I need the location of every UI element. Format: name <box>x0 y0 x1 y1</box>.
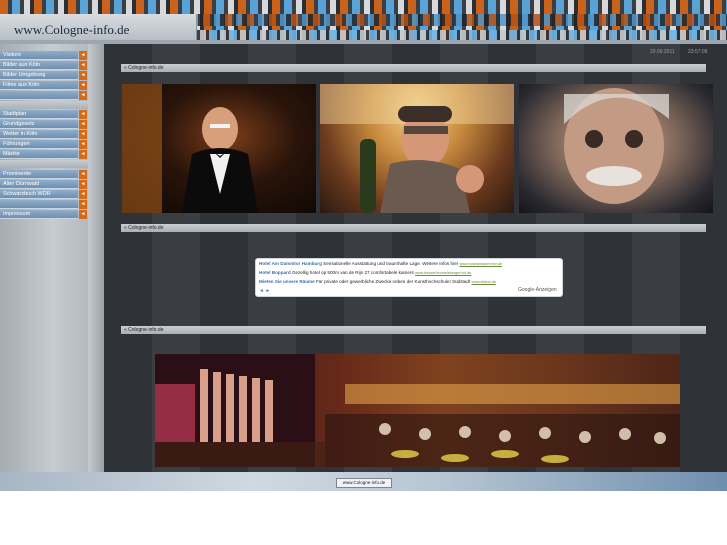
ad-text: Für private oder gewerbliche Zwecke nebe… <box>315 279 471 284</box>
current-time: 23:57:09 <box>688 49 708 55</box>
arrow-left-icon[interactable]: ◄ <box>79 190 87 199</box>
section-header: « Cologne-info.de <box>121 326 706 334</box>
nav-label[interactable] <box>0 200 78 209</box>
ad-url[interactable]: www.hotelamdammtor.de <box>459 262 502 266</box>
arrow-left-icon[interactable]: ◄ <box>79 130 87 139</box>
nav-label[interactable]: Schwarzbuch WDR <box>0 190 78 199</box>
nav-label[interactable]: Führungen <box>0 140 78 149</box>
nav-label[interactable]: Wetter in Köln <box>0 130 78 139</box>
nav-item-impressum[interactable]: Impressum ◄ <box>0 210 88 219</box>
current-date: 20.09.2011 <box>650 49 675 55</box>
arrow-left-icon[interactable]: ◄ <box>79 61 87 70</box>
arrow-left-icon[interactable]: ◄ <box>79 180 87 189</box>
photo-ballroom-panorama[interactable] <box>155 354 680 467</box>
nav-label[interactable]: Prominente <box>0 170 78 179</box>
nav-item-schwarzbuch-wdr[interactable]: Schwarzbuch WDR ◄ <box>0 190 88 199</box>
ad-text: Sensationelle Ausstattung und traumhafte… <box>323 261 459 266</box>
nav-label[interactable]: Märkte <box>0 150 78 159</box>
ad-title[interactable]: Mieten Sie unsere Räume <box>259 279 315 284</box>
section-header: « Cologne-info.de <box>121 224 706 232</box>
footer-link-button[interactable]: www.Cologne-info.de <box>336 478 392 488</box>
nav-item-bilder-koeln[interactable]: Bilder aus Köln ◄ <box>0 61 88 70</box>
nav-label[interactable] <box>0 91 78 100</box>
nav-separator <box>0 160 88 168</box>
ad-item[interactable]: Hotel Am Dammtor Hamburg Sensationelle A… <box>259 261 502 266</box>
ad-title[interactable]: Hotel Am Dammtor Hamburg <box>259 261 322 266</box>
arrow-left-icon[interactable]: ◄ <box>79 110 87 119</box>
sidebar: Visitors ◄ Bilder aus Köln ◄ Bilder Umge… <box>0 44 88 472</box>
nav-item-prominente[interactable]: Prominente ◄ <box>0 170 88 179</box>
photo-old-man-portrait[interactable] <box>519 84 713 213</box>
arrow-left-icon[interactable]: ◄ <box>79 200 87 209</box>
arrow-left-icon[interactable]: ◄ <box>79 120 87 129</box>
section-header: « Cologne-info.de <box>121 64 706 72</box>
photo-illustration <box>155 354 680 467</box>
ad-url[interactable]: www.eiland.de <box>471 280 495 284</box>
photo-illustration <box>564 88 669 204</box>
ad-text: Gezellig hotel op 500m van de Rijn 27 co… <box>291 270 414 275</box>
ad-title[interactable]: Hotel Boppard <box>259 270 291 275</box>
nav-item-stadtplan[interactable]: Stadtplan ◄ <box>0 110 88 119</box>
ad-item[interactable]: Mieten Sie unsere Räume Für private oder… <box>259 279 496 284</box>
arrow-left-icon[interactable]: ◄ <box>79 210 87 219</box>
nav-label[interactable]: Filme aus Köln <box>0 81 78 90</box>
nav-item-maerkte[interactable]: Märkte ◄ <box>0 150 88 159</box>
nav-item-visitors[interactable]: Visitors ◄ <box>0 51 88 60</box>
nav-label[interactable]: Grundgesetz <box>0 120 78 129</box>
photo-illustration <box>320 84 514 213</box>
nav-item-bilder-umgebung[interactable]: Bilder Umgebung ◄ <box>0 71 88 80</box>
nav-item-alter-duernwald[interactable]: Alter Dürnwald ◄ <box>0 180 88 189</box>
nav-label[interactable]: Bilder aus Köln <box>0 61 78 70</box>
arrow-left-icon[interactable]: ◄ <box>79 71 87 80</box>
google-ads-label[interactable]: Google-Anzeigen <box>518 287 557 293</box>
photo-illustration <box>122 84 258 213</box>
site-title[interactable]: www.Cologne-info.de <box>14 22 129 38</box>
nav-separator <box>0 101 88 109</box>
sidebar-rail <box>88 44 104 472</box>
photo-man-in-tuxedo[interactable] <box>122 84 316 213</box>
arrow-left-icon[interactable]: ◄ <box>79 91 87 100</box>
arrow-left-icon[interactable]: ◄ <box>79 150 87 159</box>
photo-man-with-bottle[interactable] <box>320 84 514 213</box>
arrow-left-icon[interactable]: ◄ <box>79 140 87 149</box>
nav-item-grundgesetz[interactable]: Grundgesetz ◄ <box>0 120 88 129</box>
nav-item-filme[interactable]: Filme aus Köln ◄ <box>0 81 88 90</box>
ad-url[interactable]: www.besserhimmelsbergerhof.de <box>415 271 471 275</box>
nav-label[interactable]: Visitors <box>0 51 78 60</box>
nav-label[interactable]: Bilder Umgebung <box>0 71 78 80</box>
nav-item-empty-2[interactable]: ◄ <box>0 200 88 209</box>
nav-item-fuehrungen[interactable]: Führungen ◄ <box>0 140 88 149</box>
google-ads-box: Hotel Am Dammtor Hamburg Sensationelle A… <box>255 258 563 297</box>
arrow-left-icon[interactable]: ◄ <box>79 51 87 60</box>
nav-item-wetter[interactable]: Wetter in Köln ◄ <box>0 130 88 139</box>
arrow-left-icon[interactable]: ◄ <box>79 170 87 179</box>
nav-label[interactable]: Stadtplan <box>0 110 78 119</box>
nav-label[interactable]: Impressum <box>0 210 78 219</box>
ad-item[interactable]: Hotel Boppard Gezellig hotel op 500m van… <box>259 270 471 275</box>
ad-nav-arrows-icon[interactable]: ◄ ► <box>259 288 270 294</box>
nav-item-empty-1[interactable]: ◄ <box>0 91 88 100</box>
nav-label[interactable]: Alter Dürnwald <box>0 180 78 189</box>
arrow-left-icon[interactable]: ◄ <box>79 81 87 90</box>
